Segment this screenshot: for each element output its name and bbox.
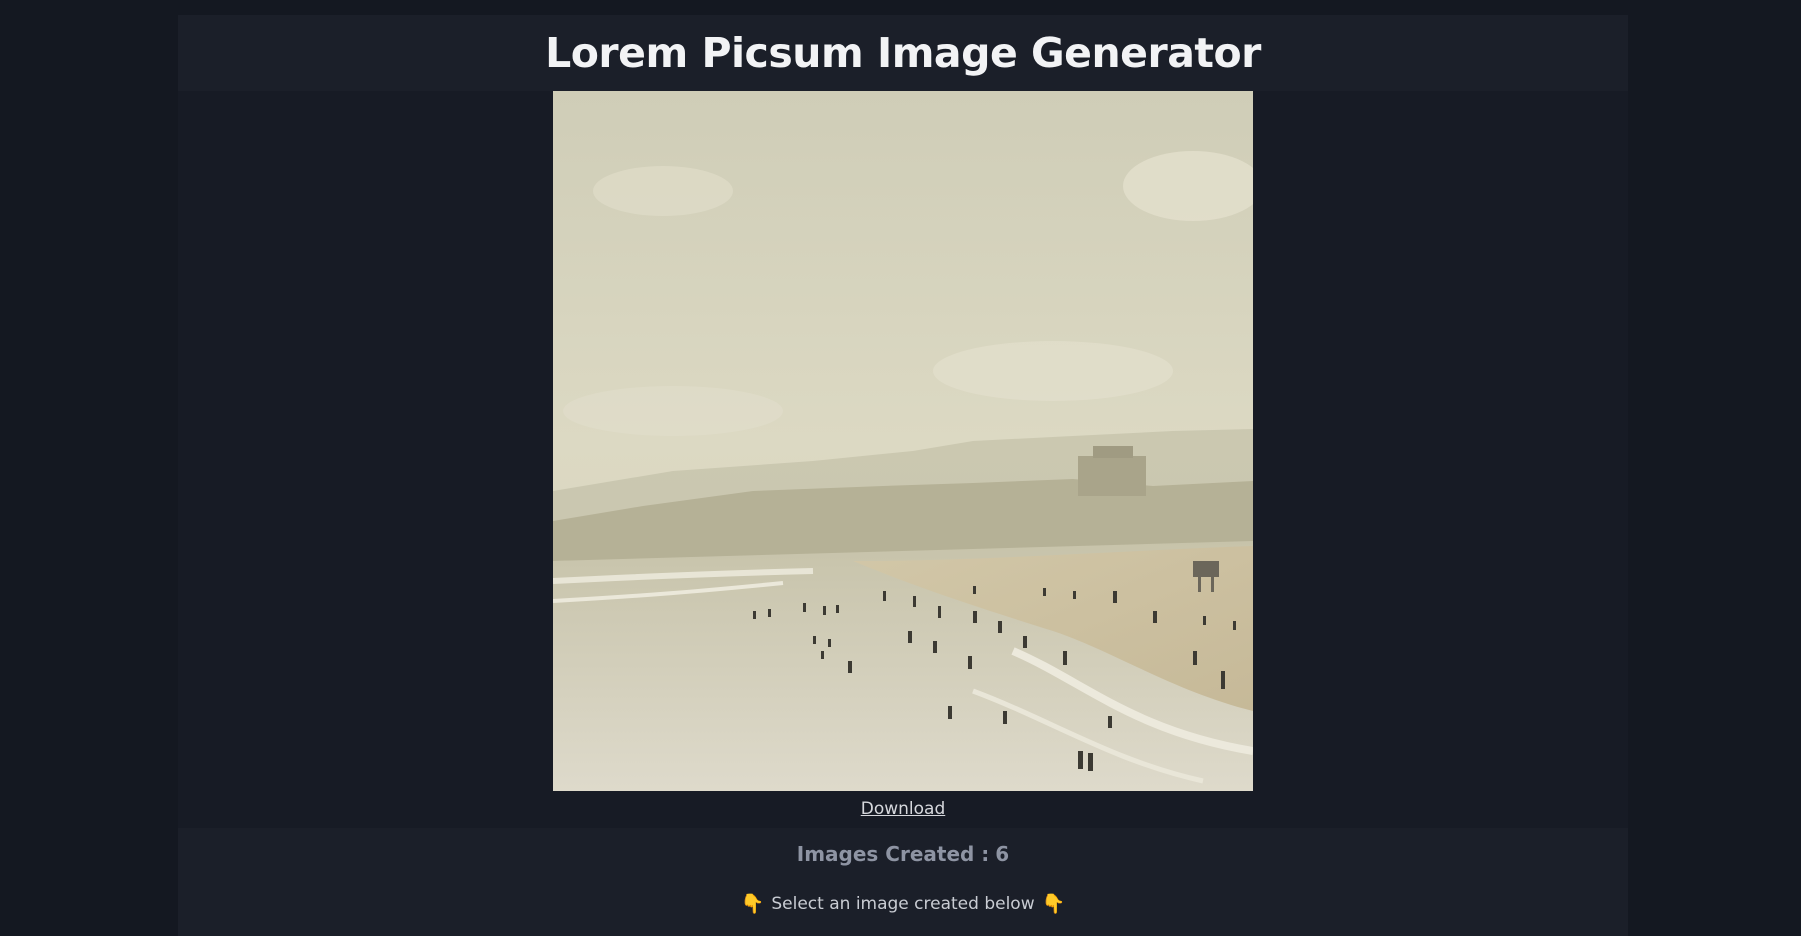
pointing-down-hand-icon: 👇 [1041, 893, 1066, 915]
images-created-counter: Images Created : 6 [797, 842, 1009, 866]
images-created-label: Images Created : [796, 842, 990, 866]
download-link[interactable]: Download [178, 799, 1628, 819]
app-container: Lorem Picsum Image Generator Download Im… [178, 15, 1628, 936]
hint-text: Select an image created below [771, 893, 1035, 914]
page-title: Lorem Picsum Image Generator [545, 29, 1261, 77]
images-created-count: 6 [995, 842, 1010, 866]
generated-image [553, 91, 1253, 791]
header: Lorem Picsum Image Generator [178, 15, 1628, 91]
select-image-hint: 👇 Select an image created below 👇 [741, 892, 1066, 915]
images-footer: Images Created : 6 👇 Select an image cre… [178, 828, 1628, 936]
pointing-down-hand-icon: 👇 [740, 893, 765, 915]
main-content: Download [178, 91, 1628, 828]
beach-photo-icon [553, 91, 1253, 791]
